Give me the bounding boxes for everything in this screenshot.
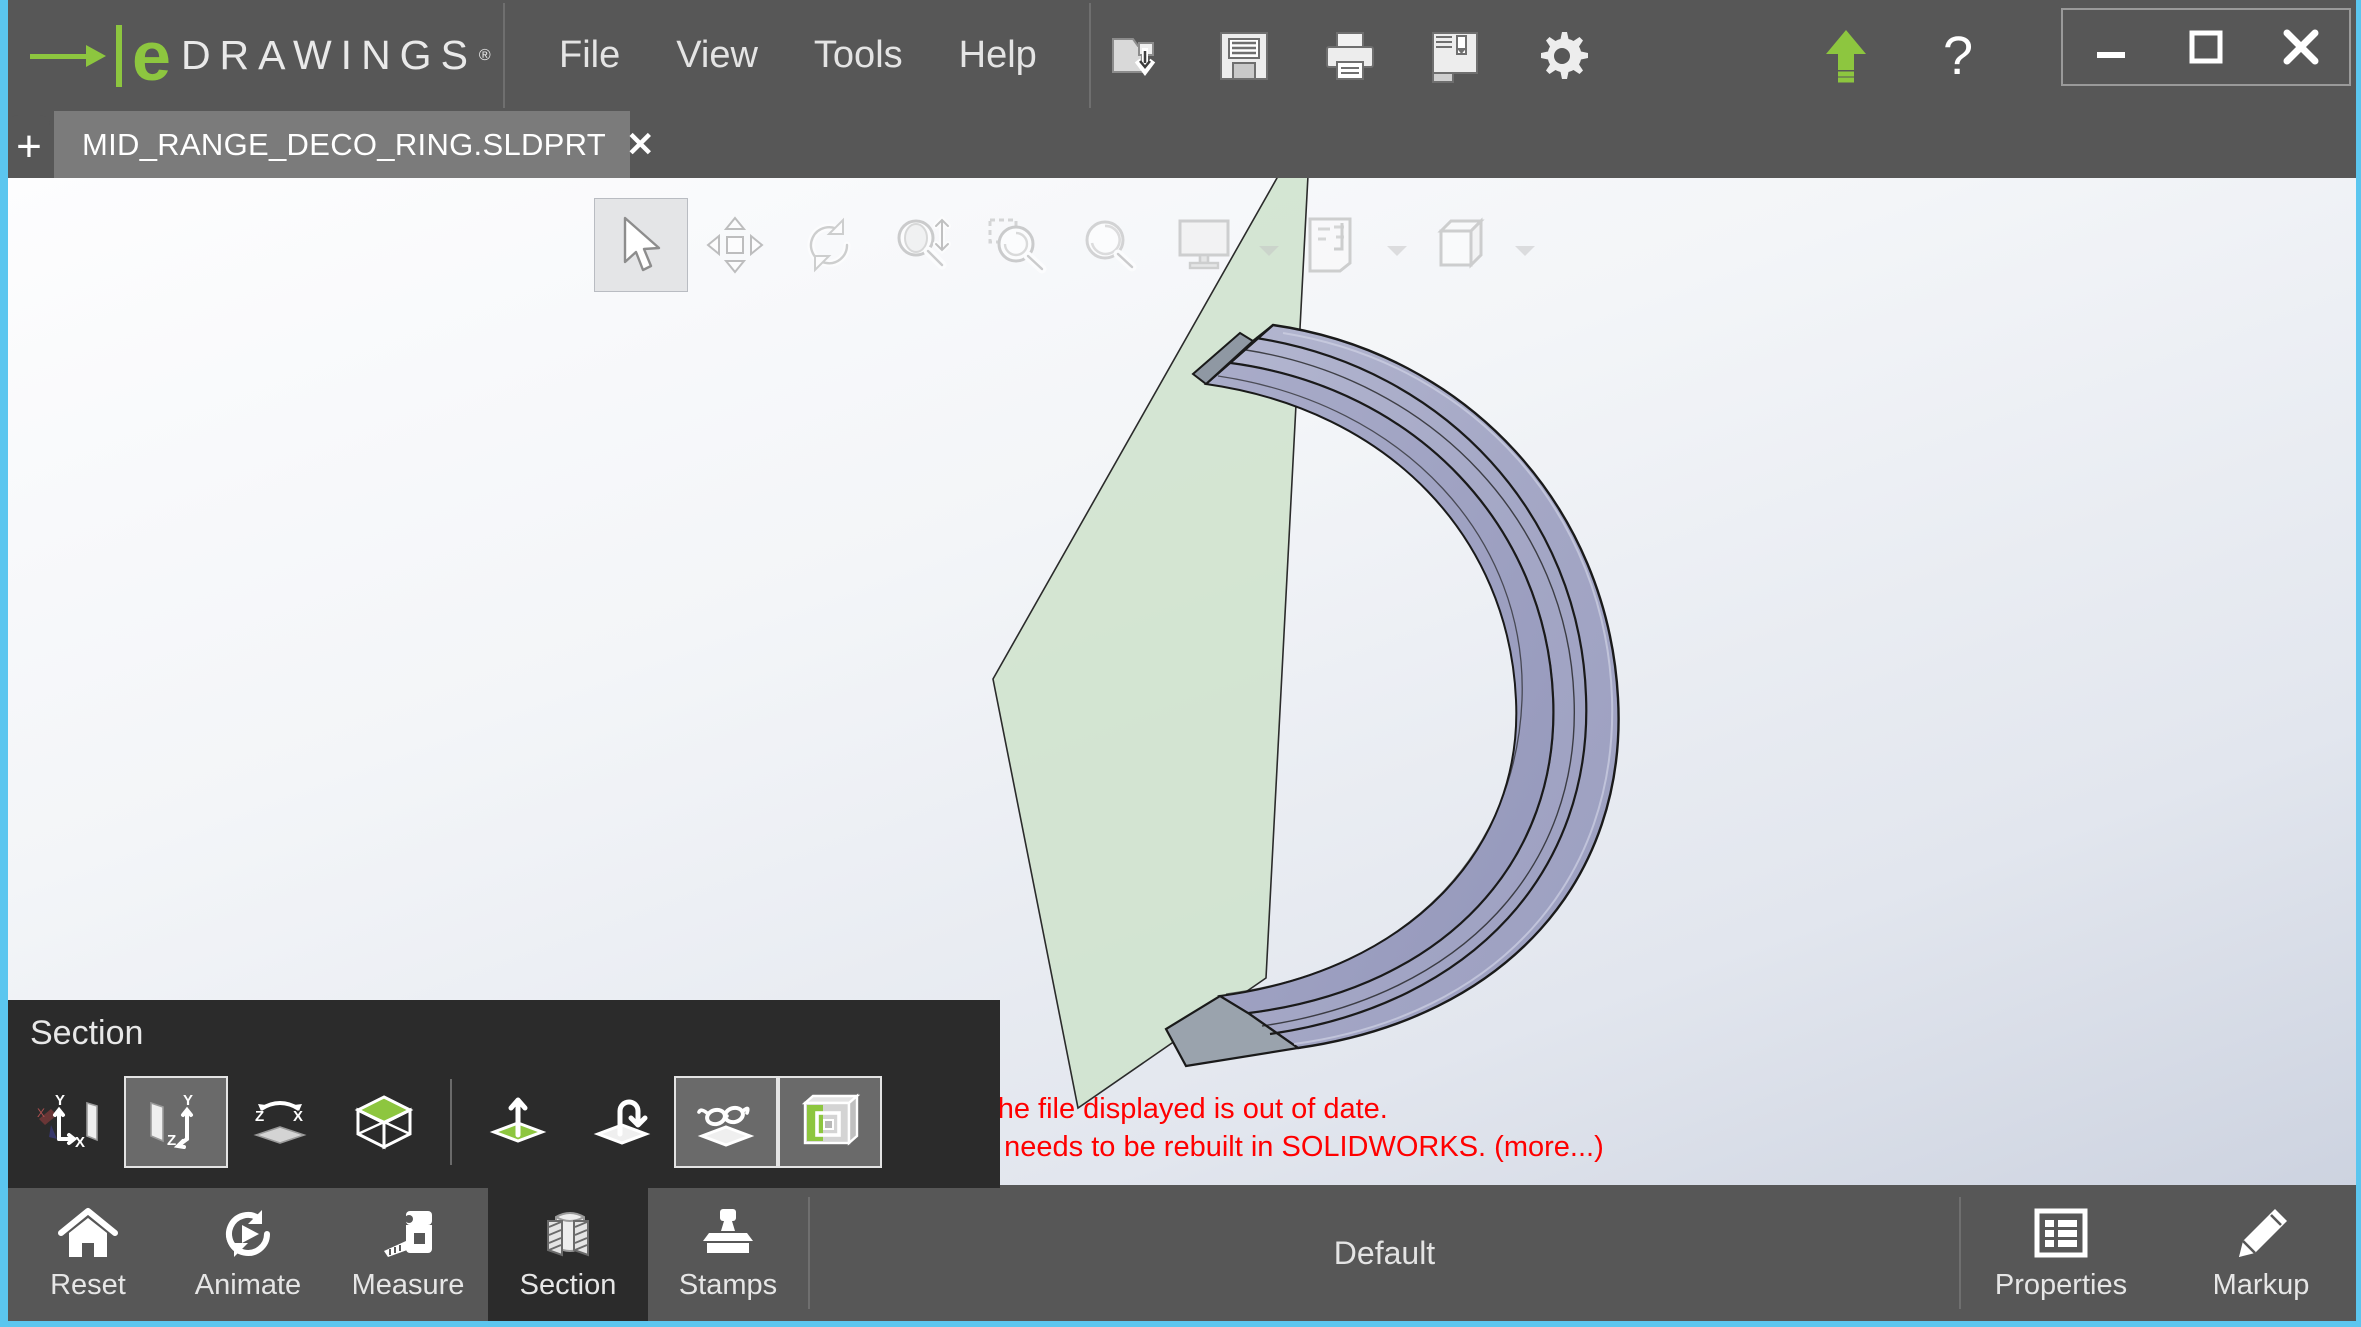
svg-text:?: ? <box>1943 26 1973 86</box>
document-tab[interactable]: MID_RANGE_DECO_RING.SLDPRT ✕ <box>54 111 655 178</box>
open-file-icon[interactable] <box>1100 18 1176 94</box>
bottom-label-reset: Reset <box>50 1268 126 1301</box>
title-bar-right-tools: ? <box>1808 3 1996 108</box>
logo-wordmark: DRAWINGS <box>180 32 477 78</box>
section-toolbar-divider <box>450 1079 452 1165</box>
logo-bar-icon <box>116 24 122 87</box>
bottom-label-stamps: Stamps <box>678 1268 778 1301</box>
pan-icon[interactable] <box>688 198 782 292</box>
window-border-left <box>0 0 8 1327</box>
section-plane <box>992 178 1309 1110</box>
document-tab-label: MID_RANGE_DECO_RING.SLDPRT <box>82 126 607 162</box>
zoom-in-out-icon[interactable] <box>1064 198 1158 292</box>
print-icon[interactable] <box>1312 18 1388 94</box>
maximize-icon[interactable] <box>2166 12 2246 82</box>
zoom-to-area-icon[interactable] <box>970 198 1064 292</box>
shaded-cube-chevron-down-icon[interactable] <box>1508 198 1542 292</box>
animate-icon <box>226 1209 270 1257</box>
warning-line-2[interactable]: It needs to be rebuilt in SOLIDWORKS. (m… <box>980 1128 1604 1166</box>
help-question-icon[interactable]: ? <box>1920 18 1996 94</box>
title-bar: e DRAWINGS ® File View Tools Help ? <box>8 0 2361 111</box>
section-panel: Section Y X X Y Z Z X <box>8 1000 1000 1188</box>
logo-arrow-icon <box>30 39 116 73</box>
pack-and-go-icon[interactable] <box>1418 18 1494 94</box>
show-plane-icon[interactable] <box>674 1076 778 1168</box>
warning-line-1: The file displayed is out of date. <box>980 1093 1388 1125</box>
bottom-item-measure[interactable]: Measure <box>328 1185 488 1321</box>
bottom-label-section: Section <box>519 1268 617 1301</box>
bottom-item-reset[interactable]: Reset <box>8 1185 168 1321</box>
rotate-plane-icon[interactable] <box>570 1076 674 1168</box>
zoom-to-fit-icon[interactable] <box>876 198 970 292</box>
menu-tools[interactable]: Tools <box>786 34 931 77</box>
drawing-sheet-chevron-down-icon[interactable] <box>1380 198 1414 292</box>
rotate-icon[interactable] <box>782 198 876 292</box>
logo-registered-mark: ® <box>478 46 491 64</box>
close-icon[interactable] <box>2261 12 2341 82</box>
bottom-item-stamps[interactable]: Stamps <box>648 1185 808 1321</box>
svg-text:X: X <box>75 1134 85 1151</box>
cap-section-icon[interactable] <box>778 1076 882 1168</box>
view-toolbar <box>594 190 1542 300</box>
move-plane-icon[interactable] <box>466 1076 570 1168</box>
minimize-icon[interactable] <box>2071 12 2151 82</box>
menu-help[interactable]: Help <box>931 34 1065 77</box>
bottom-label-markup: Markup <box>2212 1268 2310 1301</box>
upload-arrow-icon[interactable] <box>1808 18 1884 94</box>
out-of-date-warning: The file displayed is out of date. It ne… <box>980 1090 1604 1166</box>
svg-text:Z: Z <box>255 1108 264 1125</box>
drawing-sheet-icon[interactable] <box>1286 198 1380 292</box>
logo-letter-e: e <box>132 16 171 95</box>
bottom-item-properties[interactable]: Properties <box>1961 1185 2161 1321</box>
window-border-right <box>2356 0 2361 1327</box>
configuration-display[interactable]: Default <box>810 1185 1959 1321</box>
menu-view[interactable]: View <box>648 34 786 77</box>
bottom-label-animate: Animate <box>194 1268 302 1301</box>
document-tab-bar: + MID_RANGE_DECO_RING.SLDPRT ✕ <box>8 111 2361 178</box>
section-plane-xy-icon[interactable]: Y X X <box>20 1076 124 1168</box>
bottom-toolbar: Reset Animate Measure Section Stamps Def… <box>8 1185 2361 1321</box>
title-bar-toolbar <box>1100 3 1600 108</box>
tab-close-icon[interactable]: ✕ <box>626 125 655 165</box>
properties-list-icon <box>2034 1208 2088 1257</box>
section-panel-toolbar: Y X X Y Z Z X <box>20 1072 882 1172</box>
shaded-cube-icon[interactable] <box>1414 198 1508 292</box>
configuration-name: Default <box>1333 1234 1436 1271</box>
section-plane-yz-icon[interactable]: Y Z <box>124 1076 228 1168</box>
markup-pencil-icon <box>2239 1208 2287 1257</box>
menu-file[interactable]: File <box>531 34 648 77</box>
save-icon[interactable] <box>1206 18 1282 94</box>
measure-icon <box>384 1210 432 1257</box>
window-controls <box>2061 8 2351 86</box>
bottom-label-measure: Measure <box>351 1268 465 1301</box>
svg-text:Y: Y <box>183 1092 193 1109</box>
display-view-chevron-down-icon[interactable] <box>1252 198 1286 292</box>
new-tab-button[interactable]: + <box>8 115 50 178</box>
edrawings-logo: e DRAWINGS ® <box>8 3 505 108</box>
stamp-icon <box>703 1208 753 1253</box>
bottom-label-properties: Properties <box>1994 1268 2128 1301</box>
select-arrow-icon[interactable] <box>594 198 688 292</box>
window-border-bottom <box>0 1321 2361 1327</box>
bottom-item-animate[interactable]: Animate <box>168 1185 328 1321</box>
bottom-item-markup[interactable]: Markup <box>2161 1185 2361 1321</box>
section-panel-title: Section <box>30 1014 144 1052</box>
bottom-item-section[interactable]: Section <box>488 1185 648 1321</box>
gear-icon[interactable] <box>1524 18 1600 94</box>
menu-bar: File View Tools Help <box>507 3 1091 108</box>
home-icon <box>58 1207 118 1257</box>
svg-text:X: X <box>37 1106 45 1120</box>
edrawings-application-window: e DRAWINGS ® File View Tools Help ? + MI… <box>0 0 2361 1327</box>
section-icon <box>547 1211 589 1256</box>
display-view-icon[interactable] <box>1158 198 1252 292</box>
section-plane-zx-icon[interactable]: Z X <box>228 1076 332 1168</box>
section-box-icon[interactable] <box>332 1076 436 1168</box>
svg-text:Y: Y <box>55 1092 65 1109</box>
